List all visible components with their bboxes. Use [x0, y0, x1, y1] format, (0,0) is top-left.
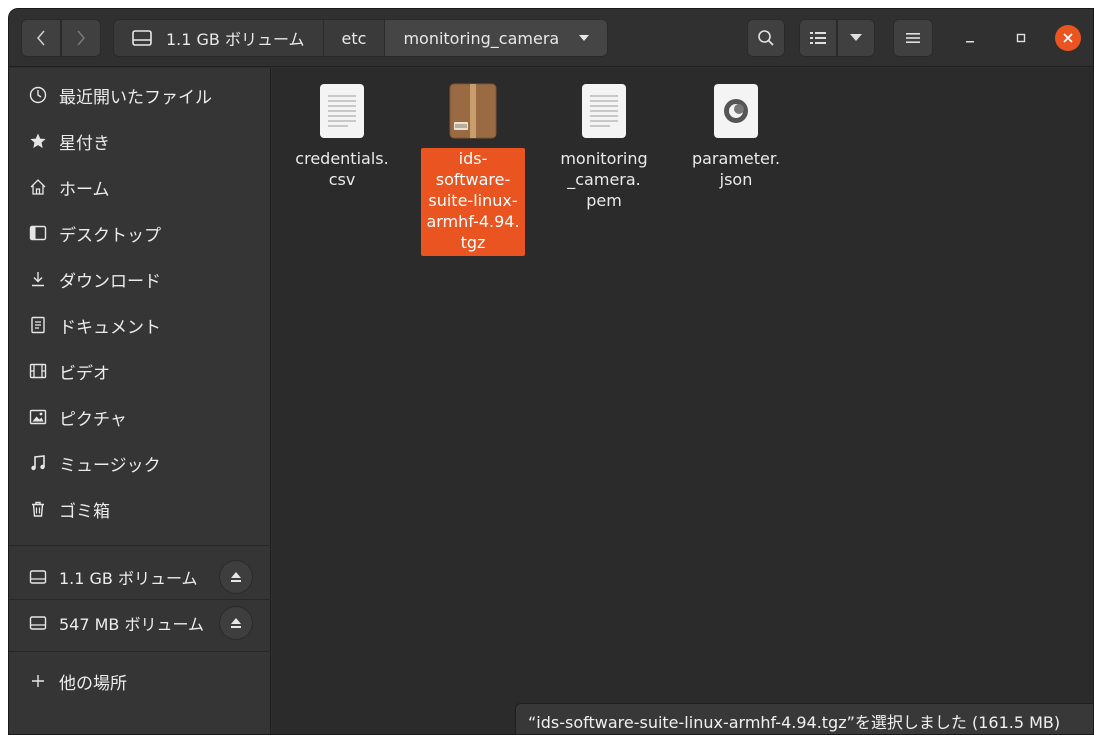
- search-icon: [758, 30, 774, 46]
- file-item-credentials[interactable]: credentials. csv: [287, 78, 397, 193]
- sidebar-item-label: 547 MB ボリューム: [59, 615, 205, 634]
- sidebar-item-label: 星付き: [59, 133, 110, 154]
- video-icon: [27, 360, 49, 382]
- sidebar-item-starred[interactable]: 星付き: [9, 119, 271, 163]
- sidebar-item-desktop[interactable]: デスクトップ: [9, 211, 271, 255]
- sidebar-item-documents[interactable]: ドキュメント: [9, 303, 271, 347]
- path-crumb-current[interactable]: monitoring_camera: [385, 20, 608, 56]
- sidebar-item-trash[interactable]: ゴミ箱: [9, 487, 271, 531]
- file-name: ids- software- suite-linux- armhf-4.94. …: [421, 148, 525, 256]
- sidebar-item-pictures[interactable]: ピクチャ: [9, 395, 271, 439]
- archive-package-icon: [449, 83, 497, 139]
- sidebar-item-label: 1.1 GB ボリューム: [59, 569, 198, 588]
- clock-icon: [27, 84, 49, 106]
- sidebar-item-music[interactable]: ミュージック: [9, 441, 271, 485]
- sidebar-item-label: 他の場所: [59, 673, 127, 694]
- chevron-down-icon: [850, 34, 862, 41]
- sidebar-item-label: ダウンロード: [59, 271, 161, 292]
- chevron-left-icon: [37, 30, 45, 46]
- sidebar-separator: [9, 599, 271, 600]
- minimize-icon: [966, 41, 974, 43]
- json-file-icon: [714, 84, 758, 138]
- sidebar-item-label: ビデオ: [59, 363, 110, 384]
- drive-icon: [27, 612, 49, 634]
- path-crumb-label: monitoring_camera: [403, 28, 560, 48]
- close-icon: [1063, 33, 1073, 43]
- path-crumb-volume[interactable]: 1.1 GB ボリューム: [114, 20, 324, 56]
- path-crumb-label: 1.1 GB ボリューム: [166, 30, 305, 49]
- home-icon: [27, 176, 49, 198]
- text-file-icon: [582, 84, 626, 138]
- maximize-icon: [1016, 33, 1026, 43]
- file-item-monitoring-camera-pem[interactable]: monitoring _camera. pem: [549, 78, 659, 214]
- main-menu-button[interactable]: [893, 19, 933, 57]
- sidebar-item-label: デスクトップ: [59, 225, 161, 246]
- path-crumb-etc[interactable]: etc: [323, 20, 386, 56]
- sidebar-item-label: ゴミ箱: [59, 501, 110, 522]
- eject-volume-1-button[interactable]: [219, 560, 253, 594]
- sidebar-item-downloads[interactable]: ダウンロード: [9, 257, 271, 301]
- sidebar-separator: [9, 545, 271, 546]
- list-view-button[interactable]: [799, 19, 837, 57]
- plus-icon: [27, 670, 49, 692]
- text-file-icon: [320, 84, 364, 138]
- sidebar-item-videos[interactable]: ビデオ: [9, 349, 271, 393]
- back-button[interactable]: [21, 19, 61, 57]
- download-icon: [27, 268, 49, 290]
- maximize-button[interactable]: [1008, 25, 1034, 51]
- sidebar-item-other-locations[interactable]: 他の場所: [9, 659, 271, 703]
- sidebar-item-label: ドキュメント: [59, 317, 161, 338]
- chevron-down-icon: [579, 34, 590, 41]
- trash-icon: [27, 498, 49, 520]
- file-name: credentials. csv: [295, 149, 389, 189]
- forward-button[interactable]: [61, 19, 101, 57]
- path-bar: 1.1 GB ボリューム etc monitoring_camera: [113, 19, 609, 57]
- sidebar-item-label: 最近開いたファイル: [59, 87, 212, 108]
- music-icon: [27, 452, 49, 474]
- file-item-parameter-json[interactable]: parameter. json: [681, 78, 791, 193]
- sidebar: 最近開いたファイル 星付き ホーム デスクトップ ダウンロード ドキュメント ビ…: [9, 68, 271, 734]
- header-bar: 1.1 GB ボリューム etc monitoring_camera: [9, 9, 1093, 67]
- desktop-icon: [27, 222, 49, 244]
- eject-volume-2-button[interactable]: [219, 606, 253, 640]
- file-manager-window: 1.1 GB ボリューム etc monitoring_camera 最近開いた…: [8, 8, 1094, 735]
- sidebar-item-home[interactable]: ホーム: [9, 165, 271, 209]
- selection-status: “ids-software-suite-linux-armhf-4.94.tgz…: [515, 703, 1093, 734]
- drive-icon: [27, 566, 49, 588]
- path-crumb-label: etc: [341, 28, 367, 48]
- sidebar-separator: [9, 651, 271, 652]
- search-button[interactable]: [747, 19, 785, 57]
- sidebar-item-label: ホーム: [59, 179, 110, 200]
- list-view-icon: [810, 32, 826, 44]
- file-name: monitoring _camera. pem: [560, 149, 648, 210]
- eject-icon: [231, 618, 241, 628]
- sidebar-item-label: ミュージック: [59, 455, 161, 476]
- minimize-button[interactable]: [957, 25, 983, 51]
- file-name: parameter. json: [691, 149, 781, 189]
- eject-icon: [231, 572, 241, 582]
- hamburger-menu-icon: [906, 33, 920, 43]
- sidebar-item-label: ピクチャ: [59, 409, 127, 430]
- document-icon: [27, 314, 49, 336]
- star-icon: [27, 130, 49, 152]
- chevron-right-icon: [77, 30, 85, 46]
- file-item-ids-software-suite[interactable]: ids- software- suite-linux- armhf-4.94. …: [418, 78, 528, 256]
- close-button[interactable]: [1055, 25, 1081, 51]
- picture-icon: [27, 406, 49, 428]
- view-options-button[interactable]: [837, 19, 875, 57]
- file-view: credentials. csv ids- software- suite-li…: [272, 68, 1093, 734]
- sidebar-item-recent[interactable]: 最近開いたファイル: [9, 73, 271, 117]
- drive-icon: [132, 30, 152, 46]
